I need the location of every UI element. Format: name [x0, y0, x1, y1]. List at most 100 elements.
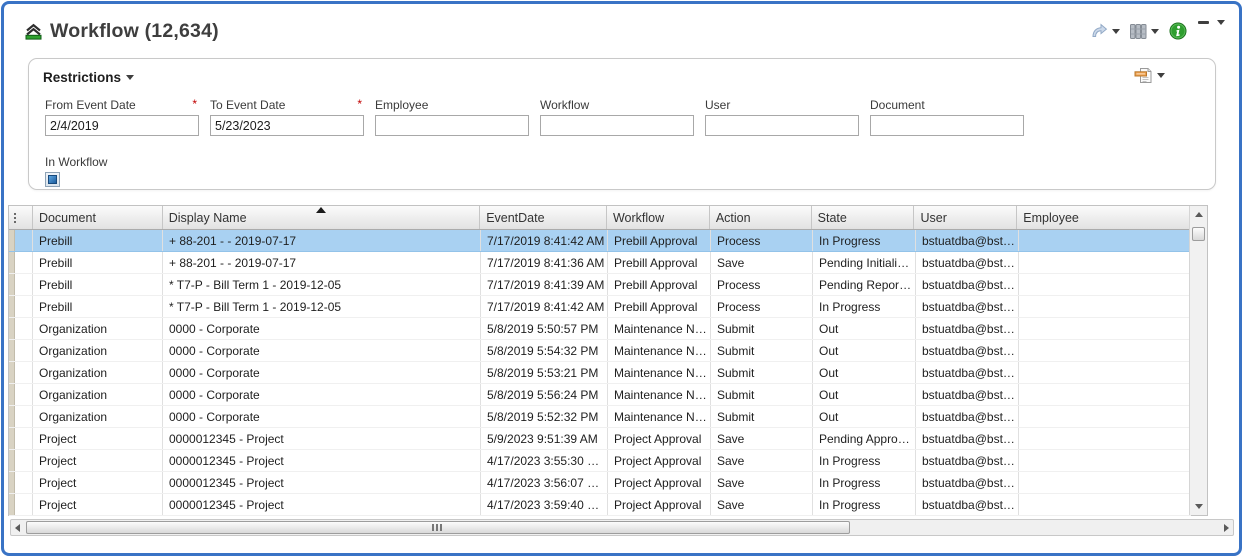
cell-document[interactable]: Prebill: [33, 274, 163, 295]
cell-user[interactable]: bstuatdba@bstglob...: [916, 494, 1019, 515]
row-selector[interactable]: [15, 252, 33, 273]
row-selector[interactable]: [15, 340, 33, 361]
cell-event-date[interactable]: 7/17/2019 8:41:42 AM: [481, 296, 608, 317]
cell-state[interactable]: Pending Initialization...: [813, 252, 916, 273]
cell-state[interactable]: In Progress: [813, 494, 916, 515]
cell-employee[interactable]: [1019, 230, 1191, 251]
workflow-input[interactable]: [540, 115, 694, 136]
cell-workflow[interactable]: Project Approval: [608, 428, 711, 449]
cell-document[interactable]: Organization: [33, 406, 163, 427]
table-row[interactable]: Prebill+ 88-201 - - 2019-07-177/17/2019 …: [9, 230, 1191, 252]
row-selector[interactable]: [15, 494, 33, 515]
cell-action[interactable]: Save: [711, 494, 813, 515]
from-event-date-input[interactable]: [45, 115, 199, 136]
cell-document[interactable]: Prebill: [33, 296, 163, 317]
cell-employee[interactable]: [1019, 362, 1191, 383]
row-selector[interactable]: [15, 384, 33, 405]
cell-workflow[interactable]: Maintenance No Ap...: [608, 384, 711, 405]
column-header-event-date[interactable]: EventDate: [480, 206, 607, 229]
cell-event-date[interactable]: 5/8/2019 5:53:21 PM: [481, 362, 608, 383]
row-selector[interactable]: [15, 428, 33, 449]
cell-workflow[interactable]: Prebill Approval: [608, 296, 711, 317]
cell-event-date[interactable]: 5/8/2019 5:50:57 PM: [481, 318, 608, 339]
share-button[interactable]: [1090, 23, 1120, 39]
column-header-user[interactable]: User: [914, 206, 1017, 229]
cell-user[interactable]: bstuatdba@bstglob...: [916, 252, 1019, 273]
cell-document[interactable]: Organization: [33, 340, 163, 361]
cell-user[interactable]: bstuatdba@bstglob...: [916, 296, 1019, 317]
cell-workflow[interactable]: Project Approval: [608, 494, 711, 515]
cell-document[interactable]: Prebill: [33, 252, 163, 273]
cell-state[interactable]: Out: [813, 406, 916, 427]
column-header-state[interactable]: State: [812, 206, 915, 229]
cell-state[interactable]: Out: [813, 340, 916, 361]
cell-employee[interactable]: [1019, 340, 1191, 361]
cell-event-date[interactable]: 4/17/2023 3:56:07 PM: [481, 472, 608, 493]
to-event-date-input[interactable]: [210, 115, 364, 136]
cell-state[interactable]: Out: [813, 318, 916, 339]
cell-user[interactable]: bstuatdba@bstglob...: [916, 472, 1019, 493]
cell-workflow[interactable]: Maintenance No Ap...: [608, 362, 711, 383]
restrictions-toggle[interactable]: Restrictions: [43, 70, 134, 85]
table-row[interactable]: Project0000012345 - Project4/17/2023 3:5…: [9, 494, 1191, 516]
cell-document[interactable]: Organization: [33, 318, 163, 339]
cell-event-date[interactable]: 5/8/2019 5:52:32 PM: [481, 406, 608, 427]
cell-state[interactable]: In Progress: [813, 450, 916, 471]
cell-event-date[interactable]: 5/8/2019 5:56:24 PM: [481, 384, 608, 405]
cell-display-name[interactable]: * T7-P - Bill Term 1 - 2019-12-05: [163, 296, 481, 317]
cell-event-date[interactable]: 5/8/2019 5:54:32 PM: [481, 340, 608, 361]
cell-action[interactable]: Save: [711, 472, 813, 493]
scroll-left-icon[interactable]: [15, 524, 20, 532]
cell-display-name[interactable]: 0000012345 - Project: [163, 494, 481, 515]
cell-display-name[interactable]: * T7-P - Bill Term 1 - 2019-12-05: [163, 274, 481, 295]
cell-document[interactable]: Organization: [33, 384, 163, 405]
cell-state[interactable]: Out: [813, 384, 916, 405]
collapse-button minimize-icon[interactable]: [1198, 21, 1209, 24]
cell-action[interactable]: Submit: [711, 318, 813, 339]
cell-workflow[interactable]: Prebill Approval: [608, 274, 711, 295]
cell-action[interactable]: Process: [711, 230, 813, 251]
cell-employee[interactable]: [1019, 494, 1191, 515]
column-header-display-name[interactable]: Display Name: [163, 206, 480, 229]
cell-action[interactable]: Save: [711, 428, 813, 449]
cell-state[interactable]: In Progress: [813, 472, 916, 493]
cell-state[interactable]: In Progress: [813, 230, 916, 251]
column-chooser-caret-icon[interactable]: [1151, 29, 1159, 34]
cell-document[interactable]: Prebill: [33, 230, 163, 251]
table-row[interactable]: Project0000012345 - Project5/9/2023 9:51…: [9, 428, 1191, 450]
table-row[interactable]: Project0000012345 - Project4/17/2023 3:5…: [9, 450, 1191, 472]
cell-action[interactable]: Process: [711, 296, 813, 317]
cell-user[interactable]: bstuatdba@bstglob...: [916, 362, 1019, 383]
cell-document[interactable]: Organization: [33, 362, 163, 383]
window-menu-caret-icon[interactable]: [1217, 20, 1225, 25]
column-header-workflow[interactable]: Workflow: [607, 206, 710, 229]
cell-state[interactable]: Pending Report Sub...: [813, 274, 916, 295]
scroll-up-icon[interactable]: [1195, 212, 1203, 217]
cell-state[interactable]: Out: [813, 362, 916, 383]
cell-workflow[interactable]: Maintenance No Ap...: [608, 318, 711, 339]
cell-workflow[interactable]: Prebill Approval: [608, 252, 711, 273]
cell-state[interactable]: In Progress: [813, 296, 916, 317]
cell-action[interactable]: Save: [711, 252, 813, 273]
column-header-action[interactable]: Action: [710, 206, 812, 229]
employee-input[interactable]: [375, 115, 529, 136]
column-chooser-button[interactable]: [1130, 24, 1159, 39]
table-row[interactable]: Organization0000 - Corporate5/8/2019 5:5…: [9, 340, 1191, 362]
share-caret-icon[interactable]: [1112, 29, 1120, 34]
table-row[interactable]: Prebill* T7-P - Bill Term 1 - 2019-12-05…: [9, 274, 1191, 296]
cell-document[interactable]: Project: [33, 472, 163, 493]
row-selector[interactable]: [15, 472, 33, 493]
cell-event-date[interactable]: 7/17/2019 8:41:42 AM: [481, 230, 608, 251]
export-button[interactable]: [1134, 67, 1165, 84]
table-row[interactable]: Organization0000 - Corporate5/8/2019 5:5…: [9, 406, 1191, 428]
cell-state[interactable]: Pending Approval: [813, 428, 916, 449]
table-row[interactable]: Organization0000 - Corporate5/8/2019 5:5…: [9, 318, 1191, 340]
cell-event-date[interactable]: 7/17/2019 8:41:39 AM: [481, 274, 608, 295]
cell-employee[interactable]: [1019, 296, 1191, 317]
cell-user[interactable]: bstuatdba@bstglob...: [916, 340, 1019, 361]
row-selector[interactable]: [15, 450, 33, 471]
in-workflow-checkbox[interactable]: [45, 172, 60, 187]
cell-event-date[interactable]: 4/17/2023 3:59:40 PM: [481, 494, 608, 515]
document-input[interactable]: [870, 115, 1024, 136]
cell-workflow[interactable]: Maintenance No Ap...: [608, 340, 711, 361]
